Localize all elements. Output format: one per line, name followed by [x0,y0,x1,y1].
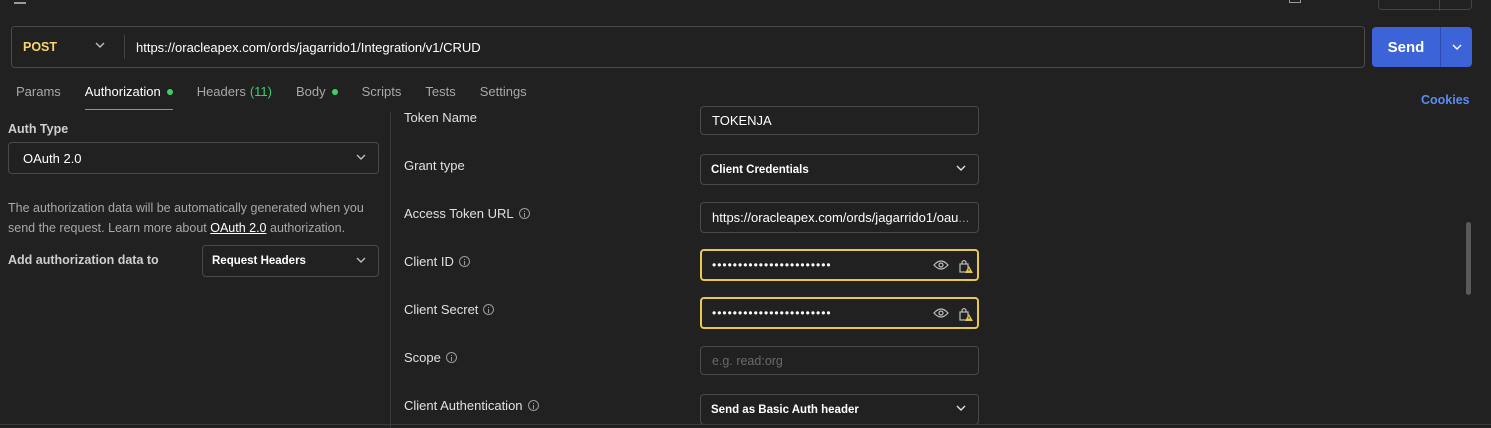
client-secret-masked-value: ••••••••••••••••••••••• [712,306,832,320]
label-text: Grant type [404,158,465,173]
client-id-input[interactable]: ••••••••••••••••••••••• [700,249,979,281]
access-token-url-input[interactable]: https://oracleapex.com/ords/jagarrido1/o… [700,202,979,233]
tab-label: Body [295,84,326,99]
client-authentication-value: Send as Basic Auth header [711,403,859,416]
tab-label: Settings [479,84,527,99]
client-authentication-label: Client Authentication [404,398,539,413]
label-text: Access Token URL [404,206,514,221]
label-text: Client Secret [404,302,479,317]
divider [0,424,1491,425]
chevron-down-icon [95,42,105,48]
chevron-down-icon [356,257,366,263]
description-text-end: authorization. [266,221,346,235]
info-icon[interactable] [518,208,530,219]
access-token-url-label: Access Token URL [404,206,530,221]
send-options-button[interactable] [1441,27,1472,67]
info-icon[interactable] [527,400,539,411]
eye-icon[interactable] [933,307,949,319]
label-text: Token Name [404,110,477,125]
grant-type-select[interactable]: Client Credentials [700,154,979,185]
tab-tests[interactable]: Tests [425,84,455,110]
access-token-url-value: https://oracleapex.com/ords/jagarrido1/o… [712,210,959,225]
scrollbar[interactable] [1466,222,1471,295]
info-icon[interactable] [458,256,470,267]
tab-label: Params [16,84,61,99]
token-name-label: Token Name [404,110,477,125]
method-select[interactable]: POST [12,27,124,67]
info-icon[interactable] [483,304,495,315]
cookies-link[interactable]: Cookies [1421,93,1470,107]
tab-label: Tests [425,84,456,99]
tab-count: (11) [249,84,272,99]
chevron-down-icon [956,165,966,171]
top-strip [0,0,1491,20]
tab-headers[interactable]: Headers (11) [197,84,272,110]
tab-scripts[interactable]: Scripts [362,84,402,110]
chevron-down-icon [356,154,366,160]
tab-authorization[interactable]: Authorization [84,84,173,110]
send-button[interactable]: Send [1372,27,1440,67]
eye-icon[interactable] [933,259,949,271]
client-secret-input[interactable]: ••••••••••••••••••••••• [700,297,979,329]
tab-label: Scripts [361,84,402,99]
divider [124,35,125,59]
client-id-label: Client ID [404,254,470,269]
tab-body[interactable]: Body [296,84,338,110]
ellipsis: ... [958,210,970,225]
top-action-button[interactable] [1378,0,1472,11]
info-icon[interactable] [445,352,457,363]
grant-type-value: Client Credentials [711,163,809,176]
tab-label: Headers [196,84,246,99]
client-id-masked-value: ••••••••••••••••••••••• [712,258,832,272]
oauth-config-panel: Token Name TOKENJA Grant type Client Cre… [391,106,1491,428]
scope-input[interactable]: e.g. read:org [700,346,979,375]
status-dot [331,89,338,95]
label-text: Client Authentication [404,398,523,413]
send-button-group: Send [1372,27,1472,67]
auth-sidebar: Auth Type OAuth 2.0 The authorization da… [0,112,390,428]
add-auth-data-value: Request Headers [212,255,306,267]
add-auth-data-label: Add authorization data to [8,253,159,267]
chevron-down-icon [1452,44,1461,50]
tab-label: Authorization [84,84,161,99]
lock-warning-icon[interactable] [958,306,974,322]
add-auth-data-select[interactable]: Request Headers [202,245,379,277]
oauth-learn-more-link[interactable]: OAuth 2.0 [210,221,266,235]
request-tabs: Params Authorization Headers (11) Body Sc… [16,84,551,110]
url-input[interactable]: https://oracleapex.com/ords/jagarrido1/I… [136,27,481,67]
method-label: POST [23,40,58,54]
divider [1439,0,1440,11]
auth-type-value: OAuth 2.0 [23,150,82,166]
client-secret-label: Client Secret [404,302,495,317]
chevron-down-icon [956,405,966,411]
tab-params[interactable]: Params [16,84,61,110]
url-bar: POST https://oracleapex.com/ords/jagarri… [11,26,1365,68]
save-icon[interactable] [1289,0,1301,3]
tab-settings[interactable]: Settings [480,84,527,110]
lock-warning-icon[interactable] [958,258,974,274]
auth-description: The authorization data will be automatic… [8,198,383,238]
grant-type-label: Grant type [404,158,465,173]
status-dot [166,89,173,95]
client-authentication-select[interactable]: Send as Basic Auth header [700,394,979,425]
scope-label: Scope [404,350,457,365]
label-text: Scope [404,350,441,365]
auth-type-select[interactable]: OAuth 2.0 [8,142,379,174]
auth-type-label: Auth Type [8,122,69,136]
back-arrow-icon[interactable] [14,0,26,4]
token-name-input[interactable]: TOKENJA [700,106,979,135]
label-text: Client ID [404,254,454,269]
